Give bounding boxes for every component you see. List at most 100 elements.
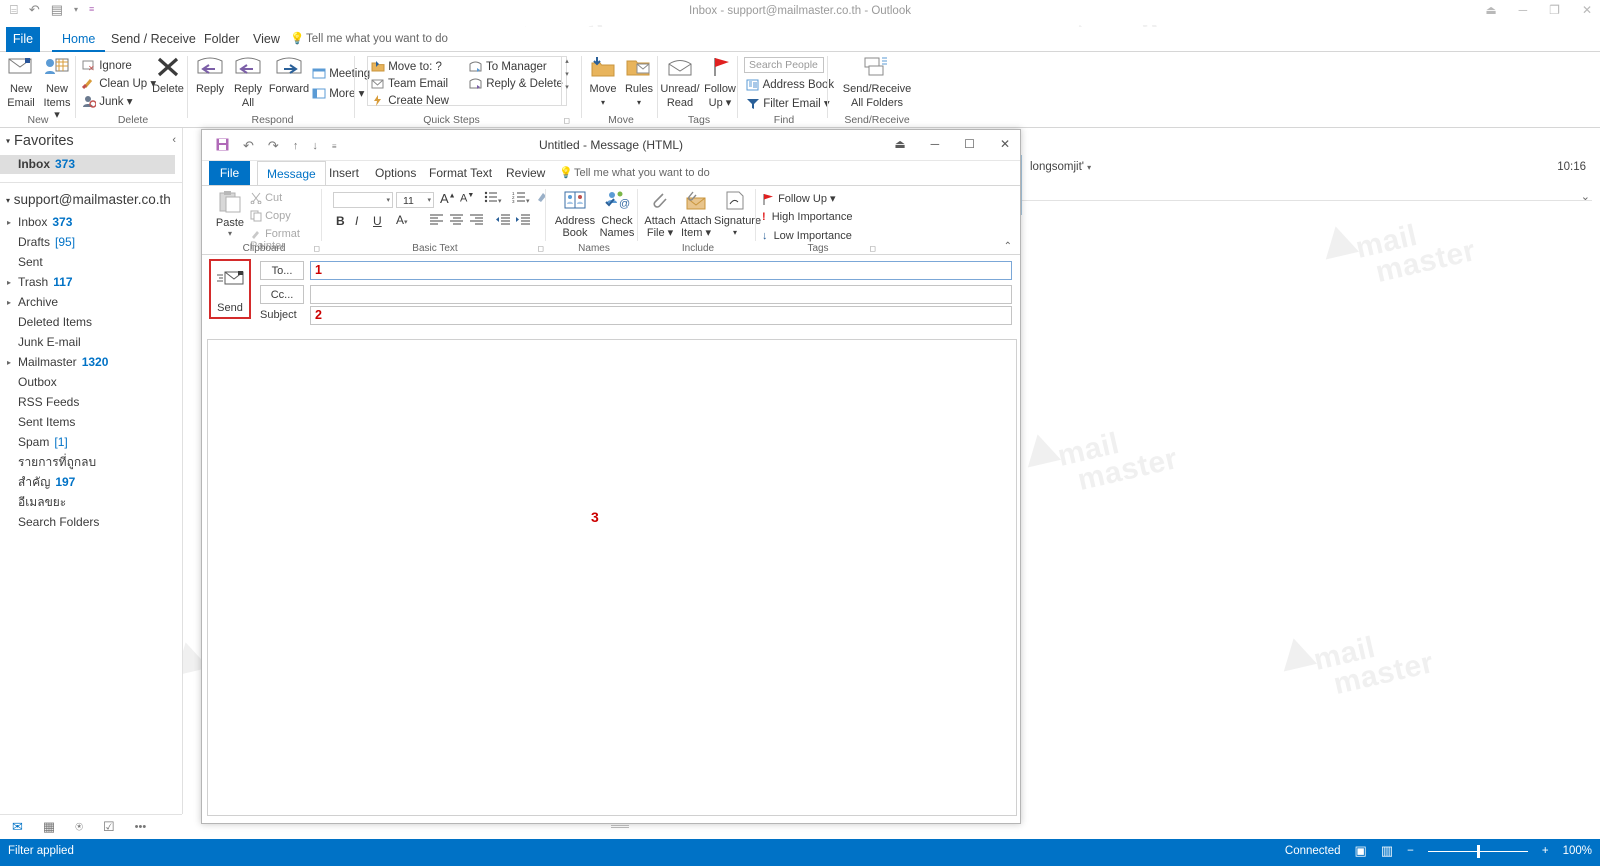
bold-button[interactable]: B (336, 214, 345, 228)
bullets-button[interactable]: ▾ (484, 191, 502, 206)
low-importance-button[interactable]: ↓ Low Importance (762, 230, 852, 242)
ignore-button[interactable]: ✕ Ignore (82, 58, 132, 74)
paste-dropdown-icon[interactable]: ▾ (212, 229, 248, 238)
sidebar-item-deleted-items[interactable]: Deleted Items (0, 313, 175, 332)
align-center-button[interactable] (450, 214, 463, 228)
font-color-button[interactable]: A▾ (396, 213, 408, 227)
new-items-button[interactable]: New Items ▾ (40, 56, 74, 121)
sidebar-item-deleted-items-thai[interactable]: รายการที่ถูกลบ (0, 453, 175, 472)
ribbon-display-options-icon[interactable]: ⏏ (1485, 4, 1496, 16)
underline-button[interactable]: U (373, 214, 382, 228)
sidebar-item-search-folders[interactable]: Search Folders (0, 513, 175, 532)
message-body-editor[interactable]: 3 (207, 339, 1017, 816)
compose-resize-handle[interactable] (611, 825, 629, 829)
tab-home[interactable]: Home (52, 27, 106, 52)
quick-steps-scroll-down-icon[interactable]: ▾ (562, 70, 572, 78)
tab-view[interactable]: View (243, 27, 290, 52)
favorites-collapse-triangle-icon[interactable]: ▾ (6, 137, 10, 146)
compose-tab-options[interactable]: Options (366, 161, 425, 186)
align-right-button[interactable] (470, 214, 483, 228)
expand-triangle-icon[interactable]: ▸ (7, 213, 11, 232)
message-sender-partial[interactable]: longsomjit' ▾ (1030, 161, 1091, 173)
tab-folder[interactable]: Folder (194, 27, 249, 52)
unread-read-button[interactable]: Unread/ Read (660, 56, 700, 109)
create-new-button[interactable]: Create New (371, 93, 449, 109)
tab-file[interactable]: File (6, 27, 40, 52)
account-collapse-triangle-icon[interactable]: ▾ (6, 196, 10, 205)
sidebar-item-rss-feeds[interactable]: RSS Feeds (0, 393, 175, 412)
address-book-button[interactable]: Address Book (746, 77, 834, 93)
grow-font-button[interactable]: A▲ (440, 191, 456, 206)
sidebar-item-trash[interactable]: ▸ Trash 117 (0, 273, 175, 292)
quick-steps-dialog-launcher[interactable]: ◻ (563, 116, 570, 125)
to-manager-button[interactable]: To Manager (469, 59, 547, 75)
normal-view-icon[interactable]: ▣ (1355, 843, 1367, 859)
move-to-button[interactable]: Move to: ? (371, 59, 442, 75)
minimize-icon[interactable]: ─ (1519, 4, 1528, 16)
calendar-icon[interactable]: ▦ (43, 819, 55, 835)
sidebar-item-sent[interactable]: Sent (0, 253, 175, 272)
tab-send-receive[interactable]: Send / Receive (101, 27, 206, 52)
close-icon[interactable]: ✕ (1000, 137, 1010, 151)
numbering-button[interactable]: 1 2 3 ▾ (512, 191, 530, 206)
cc-button[interactable]: Cc... (260, 285, 304, 304)
check-names-button[interactable]: @ Check Names (596, 190, 638, 239)
cc-input[interactable] (310, 285, 1012, 304)
compose-tell-me-input[interactable]: Tell me what you want to do (574, 161, 710, 186)
compose-tell-me-bulb-icon[interactable]: 💡 (559, 161, 573, 186)
follow-up-button[interactable]: Follow Up ▾ (702, 56, 738, 109)
filter-email-button[interactable]: Filter Email ▾ (746, 96, 830, 112)
restore-icon[interactable]: ❐ (1549, 4, 1560, 16)
shrink-font-button[interactable]: A▼ (460, 192, 474, 205)
expand-triangle-icon[interactable]: ▸ (7, 293, 11, 312)
to-input[interactable]: 1 (310, 261, 1012, 280)
clipboard-dialog-launcher[interactable]: ◻ (313, 244, 320, 253)
high-importance-button[interactable]: ! High Importance (762, 211, 852, 223)
paste-button[interactable]: Paste ▾ (212, 190, 248, 238)
tell-me-input[interactable]: Tell me what you want to do (306, 27, 448, 52)
to-button[interactable]: To... (260, 261, 304, 280)
sidebar-item-junk-email-thai[interactable]: อีเมลขยะ (0, 493, 175, 512)
quick-steps-scroll-up-icon[interactable]: ▴ (562, 57, 572, 65)
zoom-out-button[interactable]: − (1407, 845, 1414, 857)
search-people-input[interactable]: Search People (745, 58, 823, 73)
close-icon[interactable]: ✕ (1582, 4, 1592, 16)
sidebar-item-drafts[interactable]: Drafts [95] (0, 233, 175, 252)
reply-button[interactable]: Reply (192, 56, 228, 95)
compose-tab-file[interactable]: File (209, 161, 250, 186)
sidebar-item-sent-items[interactable]: Sent Items (0, 413, 175, 432)
signature-dropdown-icon[interactable]: ▾ (714, 227, 756, 239)
rules-button[interactable]: Rules ▾ (622, 56, 656, 109)
collapse-folder-pane-icon[interactable]: ‹ (172, 134, 176, 146)
font-name-select[interactable]: ▾ (333, 192, 393, 208)
clean-up-button[interactable]: Clean Up ▾ (82, 76, 156, 92)
quick-steps-more-icon[interactable]: ▾ (562, 83, 572, 91)
sidebar-item-archive[interactable]: ▸ Archive (0, 293, 175, 312)
expand-triangle-icon[interactable]: ▸ (7, 273, 11, 292)
minimize-icon[interactable]: ─ (931, 137, 940, 151)
font-size-select[interactable]: 11 ▾ (396, 192, 434, 208)
more-options-icon[interactable]: ••• (135, 821, 147, 833)
people-icon[interactable]: ⍟ (75, 819, 83, 835)
reading-view-icon[interactable]: ▥ (1381, 843, 1393, 859)
address-book-button[interactable]: Address Book (554, 190, 596, 239)
reply-delete-button[interactable]: Reply & Delete (469, 76, 563, 92)
sidebar-item-spam[interactable]: Spam [1] (0, 433, 175, 452)
new-email-button[interactable]: New Email (4, 56, 38, 109)
sidebar-item-inbox[interactable]: ▸ Inbox 373 (0, 213, 175, 232)
compose-tab-review[interactable]: Review (497, 161, 554, 186)
compose-tab-insert[interactable]: Insert (320, 161, 368, 186)
font-name-dropdown-icon[interactable]: ▾ (386, 193, 390, 209)
sidebar-item-junk-email[interactable]: Junk E-mail (0, 333, 175, 352)
account-header[interactable]: ▾ support@mailmaster.co.th (6, 192, 171, 207)
subject-input[interactable]: 2 (310, 306, 1012, 325)
nav-pane-splitter[interactable] (182, 128, 183, 814)
compose-tab-format-text[interactable]: Format Text (420, 161, 501, 186)
message-expand-icon[interactable]: ⌄ (1581, 190, 1590, 203)
sender-dropdown-icon[interactable]: ▾ (1087, 163, 1091, 172)
rules-dropdown-icon[interactable]: ▾ (622, 97, 656, 109)
send-receive-all-folders-button[interactable]: Send/Receive All Folders (832, 56, 922, 109)
tell-me-bulb-icon[interactable]: 💡 (290, 27, 304, 52)
maximize-icon[interactable]: ☐ (964, 137, 975, 151)
favorites-header[interactable]: ▾ Favorites (6, 133, 74, 149)
